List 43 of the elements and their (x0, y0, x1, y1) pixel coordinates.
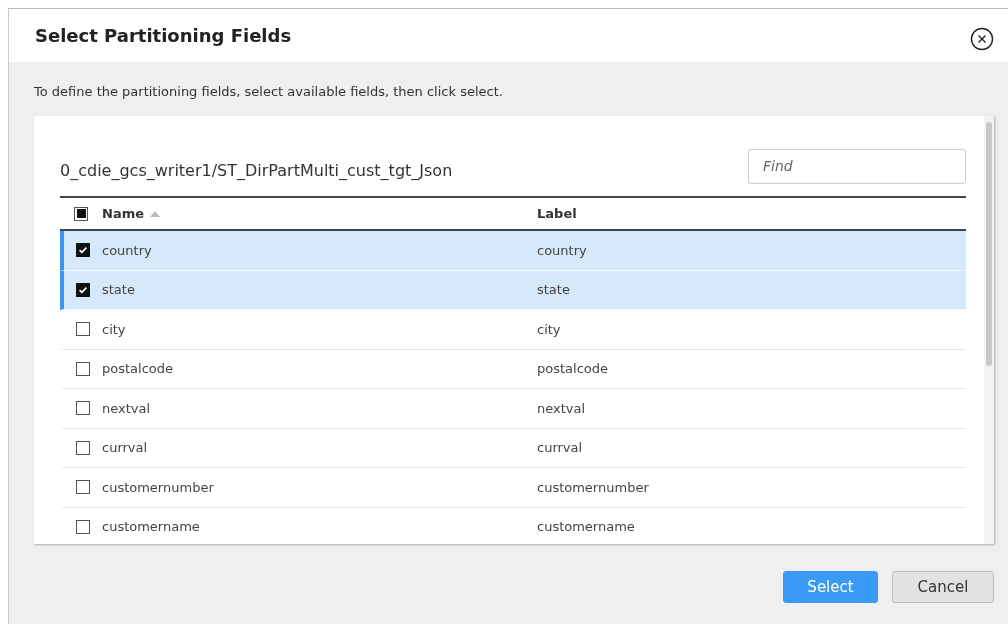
column-header[interactable]: Label (537, 206, 577, 221)
table-row[interactable]: state state (60, 270, 966, 310)
table-cell-text: currval (102, 440, 149, 456)
table-cell: currval (537, 440, 583, 456)
table-row[interactable]: postalcode postalcode (60, 349, 966, 389)
cancel-button[interactable]: Cancel (892, 571, 994, 603)
find-field[interactable]: Find (748, 148, 966, 184)
table-cell: country (537, 242, 587, 258)
row-checkbox[interactable] (76, 480, 90, 495)
row-checkbox[interactable] (76, 519, 90, 534)
table-cell: nextval (537, 400, 586, 416)
table-row[interactable]: country country (60, 231, 966, 271)
table-row[interactable]: city city (60, 310, 966, 350)
row-checkbox[interactable] (76, 440, 90, 455)
row-checkbox[interactable] (76, 282, 90, 297)
table-row[interactable]: currval currval (60, 428, 966, 468)
table-cell: postalcode (537, 361, 608, 377)
table-row[interactable]: customername customername (60, 507, 966, 544)
instructions-text: To define the partitioning fields, select available fields, then click select. (34, 84, 504, 99)
object-path: 0_cdie_gcs_writer1/ST_DirPartMulti_cust_tgt_Json (60, 160, 453, 180)
close-icon (970, 26, 994, 51)
table-row[interactable]: customernumber customernumber (60, 468, 966, 508)
table-cell: customername (537, 519, 635, 535)
row-checkbox[interactable] (76, 243, 90, 258)
table-cell-text: customername (102, 519, 201, 535)
table-cell: state (537, 282, 570, 298)
row-checkbox[interactable] (76, 361, 90, 376)
table-row[interactable]: nextval nextval (60, 389, 966, 429)
row-checkbox[interactable] (76, 322, 90, 337)
table-cell: city (537, 321, 561, 337)
column-header[interactable]: Name (102, 206, 144, 221)
row-checkbox[interactable] (76, 401, 90, 416)
table-cell: customernumber (537, 479, 649, 495)
scrollbar-thumb[interactable] (986, 122, 992, 366)
table-cell-text: state (102, 282, 136, 298)
table-cell-text: city (102, 321, 127, 337)
dialog-title: Select Partitioning Fields (35, 25, 292, 46)
select-all-checkbox[interactable] (74, 206, 88, 221)
table-cell-text: customernumber (102, 479, 215, 495)
table-cell-text: country (102, 242, 153, 258)
close-button[interactable] (970, 26, 994, 51)
table-cell-text: nextval (102, 400, 152, 416)
table-cell-text: postalcode (102, 361, 174, 377)
